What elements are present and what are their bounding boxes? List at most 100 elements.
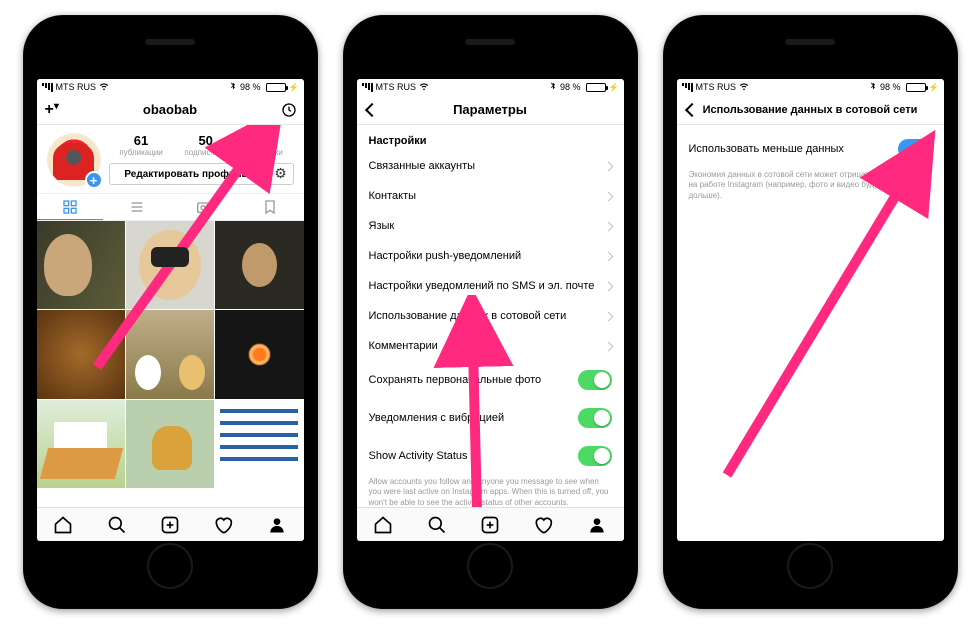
help-text: Allow accounts you follow and anyone you… <box>357 475 624 507</box>
screen-profile: MTS RUS 98 % ⚡ +▾ obaobab <box>37 79 304 541</box>
push-notifications-row[interactable]: Настройки push-уведомлений <box>357 241 624 271</box>
page-title: Параметры <box>453 102 527 117</box>
charging-icon: ⚡ <box>289 83 299 92</box>
gear-icon <box>274 165 287 183</box>
toggle-switch[interactable] <box>578 446 612 466</box>
signal-icon <box>362 83 373 92</box>
settings-button[interactable] <box>268 163 294 185</box>
activity-tab[interactable] <box>517 508 570 541</box>
posts-stat[interactable]: 61 публикации <box>119 133 162 157</box>
post-thumbnail[interactable] <box>37 400 125 488</box>
phone-mockup-cellular: MTS RUS 98 % ⚡ Использование данных в со… <box>663 15 958 609</box>
save-original-toggle-row[interactable]: Сохранять первоначальные фото <box>357 361 624 399</box>
bluetooth-icon <box>549 82 557 92</box>
signal-icon <box>42 83 53 92</box>
section-header: Настройки <box>357 125 624 151</box>
add-account-button[interactable]: +▾ <box>45 101 59 119</box>
battery-pct-label: 98 % <box>560 82 581 92</box>
comments-row[interactable]: Комментарии <box>357 331 624 361</box>
signal-icon <box>682 83 693 92</box>
chevron-right-icon <box>605 193 612 200</box>
back-button[interactable] <box>363 101 381 119</box>
cellular-header: Использование данных в сотовой сети <box>677 95 944 125</box>
sms-email-notifications-row[interactable]: Настройки уведомлений по SMS и эл. почте <box>357 271 624 301</box>
status-bar: MTS RUS 98 % ⚡ <box>677 79 944 95</box>
view-mode-tabs <box>37 193 304 221</box>
screen-settings: MTS RUS 98 % ⚡ Параметры Настройки Связа… <box>357 79 624 541</box>
archive-button[interactable] <box>280 101 298 119</box>
post-thumbnail[interactable] <box>215 310 303 398</box>
back-button[interactable] <box>683 101 701 119</box>
following-stat[interactable]: 41 подписки <box>249 133 283 157</box>
battery-pct-label: 98 % <box>880 82 901 92</box>
wifi-icon <box>419 81 429 93</box>
home-tab[interactable] <box>357 508 410 541</box>
vibration-toggle-row[interactable]: Уведомления с вибрацией <box>357 399 624 437</box>
post-thumbnail[interactable] <box>215 400 303 488</box>
toggle-switch[interactable] <box>578 370 612 390</box>
chevron-left-icon <box>367 105 377 115</box>
post-thumbnail[interactable] <box>126 310 214 398</box>
saved-view-tab[interactable] <box>237 194 304 220</box>
grid-view-tab[interactable] <box>37 194 104 220</box>
phone-mockup-settings: MTS RUS 98 % ⚡ Параметры Настройки Связа… <box>343 15 638 609</box>
language-row[interactable]: Язык <box>357 211 624 241</box>
contacts-row[interactable]: Контакты <box>357 181 624 211</box>
post-thumbnail[interactable] <box>37 310 125 398</box>
charging-icon: ⚡ <box>929 83 939 92</box>
use-less-data-row[interactable]: Использовать меньше данных <box>677 125 944 168</box>
post-thumbnail[interactable] <box>126 221 214 309</box>
cellular-data-row[interactable]: Использование данных в сотовой сети <box>357 301 624 331</box>
post-thumbnail[interactable] <box>215 221 303 309</box>
cellular-content: Использовать меньше данных Экономия данн… <box>677 125 944 541</box>
chevron-right-icon <box>605 313 612 320</box>
avatar[interactable]: + <box>47 133 101 187</box>
linked-accounts-row[interactable]: Связанные аккаунты <box>357 151 624 181</box>
chevron-right-icon <box>605 223 612 230</box>
search-tab[interactable] <box>410 508 463 541</box>
battery-icon <box>586 83 606 92</box>
profile-header: +▾ obaobab <box>37 95 304 125</box>
new-post-tab[interactable] <box>463 508 516 541</box>
list-view-tab[interactable] <box>103 194 170 220</box>
page-title: Использование данных в сотовой сети <box>703 104 918 116</box>
bottom-tab-bar <box>37 507 304 541</box>
profile-content: + 61 публикации 50 подписчики 41 <box>37 125 304 507</box>
chevron-right-icon <box>605 163 612 170</box>
carrier-label: MTS RUS <box>376 82 417 92</box>
battery-pct-label: 98 % <box>240 82 261 92</box>
charging-icon: ⚡ <box>609 83 619 92</box>
carrier-label: MTS RUS <box>56 82 97 92</box>
edit-profile-button[interactable]: Редактировать профиль <box>109 163 264 185</box>
add-story-badge[interactable]: + <box>85 171 103 189</box>
post-thumbnail[interactable] <box>126 400 214 488</box>
search-tab[interactable] <box>90 508 143 541</box>
toggle-switch[interactable] <box>898 139 932 159</box>
username-title[interactable]: obaobab <box>143 102 197 117</box>
help-text: Экономия данных в сотовой сети может отр… <box>677 168 944 209</box>
screen-cellular: MTS RUS 98 % ⚡ Использование данных в со… <box>677 79 944 541</box>
toggle-switch[interactable] <box>578 408 612 428</box>
chevron-right-icon <box>605 253 612 260</box>
status-bar: MTS RUS 98 % ⚡ <box>357 79 624 95</box>
bluetooth-icon <box>869 82 877 92</box>
chevron-right-icon <box>605 343 612 350</box>
bluetooth-icon <box>229 82 237 92</box>
posts-grid <box>37 221 304 488</box>
settings-header: Параметры <box>357 95 624 125</box>
battery-icon <box>906 83 926 92</box>
wifi-icon <box>99 81 109 93</box>
battery-icon <box>266 83 286 92</box>
profile-tab[interactable] <box>570 508 623 541</box>
status-bar: MTS RUS 98 % ⚡ <box>37 79 304 95</box>
settings-content[interactable]: Настройки Связанные аккаунты Контакты Яз… <box>357 125 624 507</box>
home-tab[interactable] <box>37 508 90 541</box>
profile-tab[interactable] <box>250 508 303 541</box>
activity-tab[interactable] <box>197 508 250 541</box>
followers-stat[interactable]: 50 подписчики <box>184 133 227 157</box>
post-thumbnail[interactable] <box>37 221 125 309</box>
tagged-view-tab[interactable] <box>170 194 237 220</box>
activity-status-toggle-row[interactable]: Show Activity Status <box>357 437 624 475</box>
chevron-left-icon <box>687 105 697 115</box>
new-post-tab[interactable] <box>143 508 196 541</box>
